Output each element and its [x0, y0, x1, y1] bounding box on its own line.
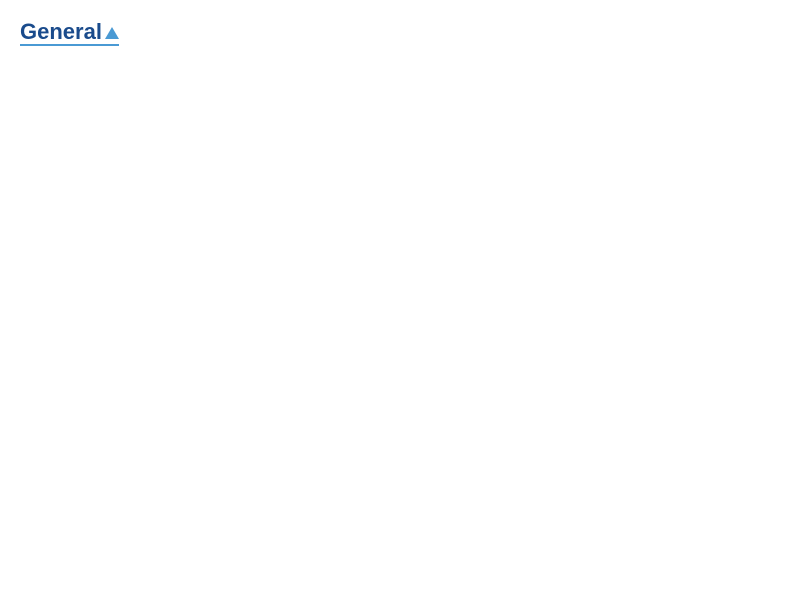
logo: General [20, 20, 119, 47]
logo-triangle-icon [105, 27, 119, 39]
logo-general: General [20, 20, 119, 44]
header: General [20, 20, 772, 47]
logo-blue [20, 44, 119, 47]
